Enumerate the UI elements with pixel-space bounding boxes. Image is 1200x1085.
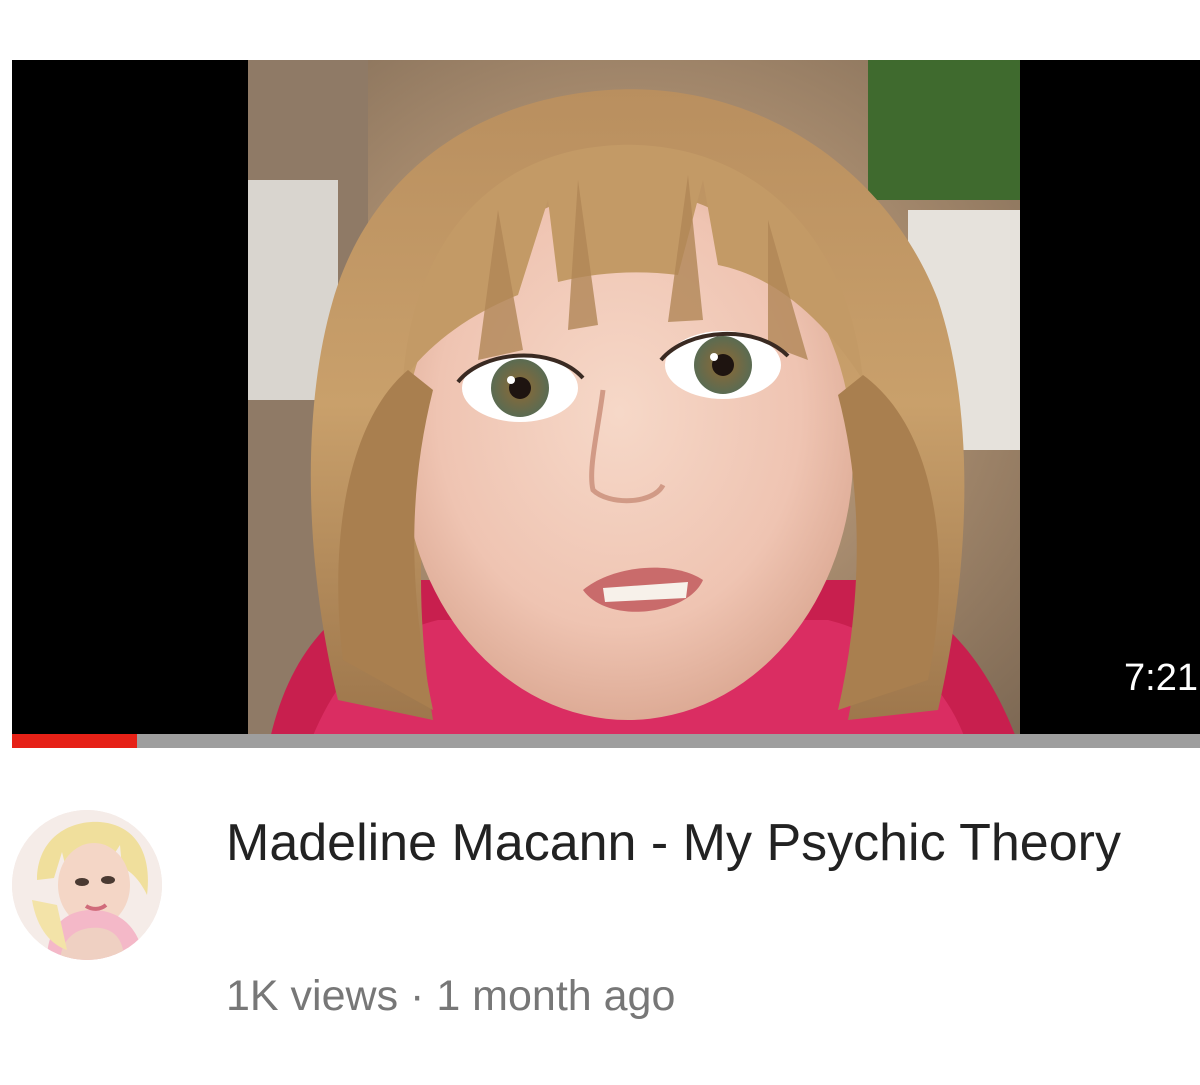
video-stats: 1K views · 1 month ago [226, 970, 675, 1022]
video-thumbnail-container[interactable]: 7:21 [12, 60, 1200, 748]
thumbnail-portrait-illustration [248, 60, 1020, 748]
view-count: 1K views [226, 972, 399, 1020]
channel-avatar-icon [12, 810, 162, 960]
video-title[interactable]: Madeline Macann - My Psychic Theory [226, 812, 1166, 875]
upload-age: 1 month ago [436, 972, 676, 1020]
stats-separator: · [410, 972, 425, 1020]
video-thumbnail-image[interactable] [248, 60, 1020, 748]
watch-progress-bar [12, 734, 1200, 748]
video-metadata[interactable]: Madeline Macann - My Psychic Theory 1K v… [12, 800, 1200, 1040]
channel-avatar[interactable] [12, 810, 162, 960]
video-duration-label: 7:21 [1124, 657, 1198, 699]
watch-progress-fill [12, 734, 137, 748]
video-list-item[interactable]: 7:21 Madeline Macann - My Psychic Theory… [0, 0, 1200, 1085]
